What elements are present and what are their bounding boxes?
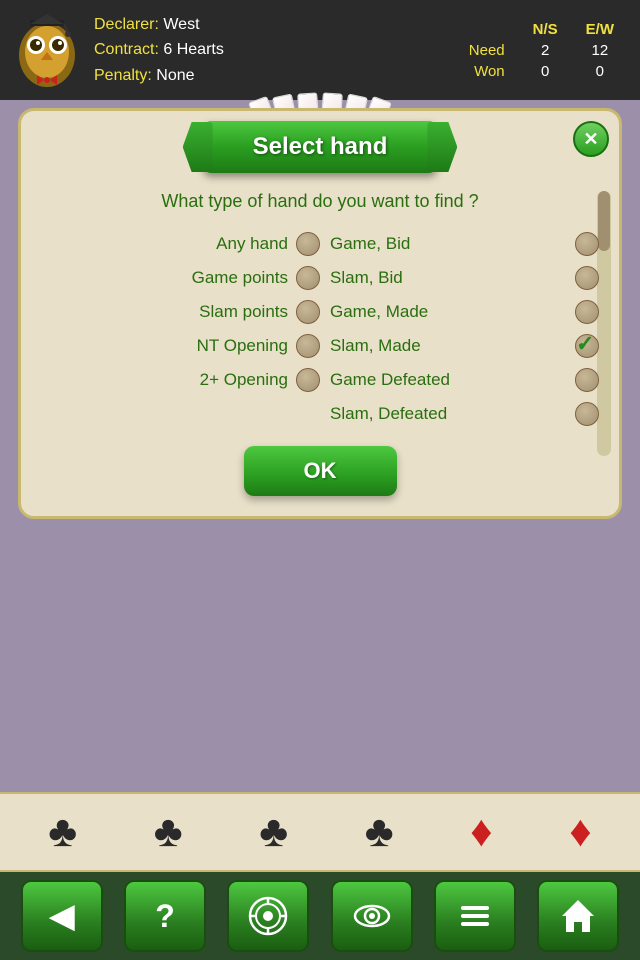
- option-slam-defeated-radio[interactable]: [575, 402, 599, 426]
- owl-icon: [12, 10, 82, 90]
- option-game-defeated-radio[interactable]: [575, 368, 599, 392]
- option-slam-points[interactable]: Slam points: [41, 300, 320, 324]
- banner-container: Select hand: [41, 121, 599, 173]
- suit-club-1[interactable]: ♣: [48, 807, 77, 857]
- scrollbar-thumb[interactable]: [598, 191, 610, 251]
- need-ew: 12: [572, 40, 628, 61]
- suits-bar: ♣ ♣ ♣ ♣ ♦ ♦: [0, 792, 640, 872]
- option-empty-left: [41, 402, 320, 426]
- options-grid: Any hand Game, Bid Game points Slam, Bid…: [41, 232, 599, 426]
- back-button[interactable]: ◀: [21, 880, 103, 952]
- option-game-points-radio[interactable]: [296, 266, 320, 290]
- contract-value: 6 Hearts: [163, 41, 223, 58]
- option-game-made-radio[interactable]: [575, 300, 599, 324]
- eye-button[interactable]: [331, 880, 413, 952]
- penalty-label: Penalty:: [94, 67, 152, 84]
- need-ns: 2: [519, 40, 572, 61]
- toolbar: ◀ ?: [0, 872, 640, 960]
- option-slam-bid-label: Slam, Bid: [330, 268, 567, 288]
- contract-label: Contract:: [94, 41, 159, 58]
- option-game-made[interactable]: Game, Made: [320, 300, 599, 324]
- option-game-points[interactable]: Game points: [41, 266, 320, 290]
- option-any-hand-label: Any hand: [41, 234, 288, 254]
- option-slam-defeated[interactable]: Slam, Defeated: [320, 402, 599, 426]
- header: Declarer: West Contract: 6 Hearts Penalt…: [0, 0, 640, 100]
- declarer-value: West: [163, 16, 199, 33]
- option-nt-opening-radio[interactable]: [296, 334, 320, 358]
- option-slam-bid[interactable]: Slam, Bid: [320, 266, 599, 290]
- suit-diamond-2[interactable]: ♦: [569, 807, 591, 857]
- option-any-hand-radio[interactable]: [296, 232, 320, 256]
- option-two-plus-opening-radio[interactable]: [296, 368, 320, 392]
- won-label: Won: [455, 61, 519, 82]
- won-ns: 0: [519, 61, 572, 82]
- option-two-plus-opening-label: 2+ Opening: [41, 370, 288, 390]
- ok-button[interactable]: OK: [244, 446, 397, 496]
- suit-club-4[interactable]: ♣: [365, 807, 394, 857]
- menu-button[interactable]: [434, 880, 516, 952]
- option-nt-opening[interactable]: NT Opening: [41, 334, 320, 358]
- banner: Select hand: [203, 121, 438, 173]
- need-label: Need: [455, 40, 519, 61]
- home-button[interactable]: [537, 880, 619, 952]
- option-slam-points-radio[interactable]: [296, 300, 320, 324]
- ew-header: E/W: [572, 19, 628, 40]
- option-game-bid-label: Game, Bid: [330, 234, 567, 254]
- ns-header: N/S: [519, 19, 572, 40]
- suit-diamond-1[interactable]: ♦: [470, 807, 492, 857]
- option-slam-made[interactable]: Slam, Made ✓: [320, 334, 599, 358]
- won-ew: 0: [572, 61, 628, 82]
- chip-button[interactable]: [227, 880, 309, 952]
- option-game-points-label: Game points: [41, 268, 288, 288]
- option-game-bid-radio[interactable]: [575, 232, 599, 256]
- option-slam-points-label: Slam points: [41, 302, 288, 322]
- option-game-defeated-label: Game Defeated: [330, 370, 567, 390]
- option-slam-defeated-label: Slam, Defeated: [330, 404, 567, 424]
- score-table: N/S E/W Need 2 12 Won 0 0: [455, 19, 628, 82]
- option-game-made-label: Game, Made: [330, 302, 567, 322]
- option-nt-opening-label: NT Opening: [41, 336, 288, 356]
- select-hand-dialog: ✕ Select hand What type of hand do you w…: [18, 108, 622, 519]
- help-button[interactable]: ?: [124, 880, 206, 952]
- declarer-label: Declarer:: [94, 16, 159, 33]
- dialog-title: Select hand: [253, 133, 388, 160]
- option-slam-made-radio[interactable]: ✓: [575, 334, 599, 358]
- option-slam-made-label: Slam, Made: [330, 336, 567, 356]
- option-any-hand[interactable]: Any hand: [41, 232, 320, 256]
- option-game-defeated[interactable]: Game Defeated: [320, 368, 599, 392]
- header-info: Declarer: West Contract: 6 Hearts Penalt…: [94, 12, 455, 89]
- dialog-scrollbar[interactable]: [597, 191, 611, 456]
- penalty-value: None: [156, 67, 194, 84]
- option-two-plus-opening[interactable]: 2+ Opening: [41, 368, 320, 392]
- option-game-bid[interactable]: Game, Bid: [320, 232, 599, 256]
- suit-club-3[interactable]: ♣: [259, 807, 288, 857]
- option-slam-bid-radio[interactable]: [575, 266, 599, 290]
- suit-club-2[interactable]: ♣: [154, 807, 183, 857]
- dialog-question: What type of hand do you want to find ?: [41, 191, 599, 212]
- close-button[interactable]: ✕: [573, 121, 609, 157]
